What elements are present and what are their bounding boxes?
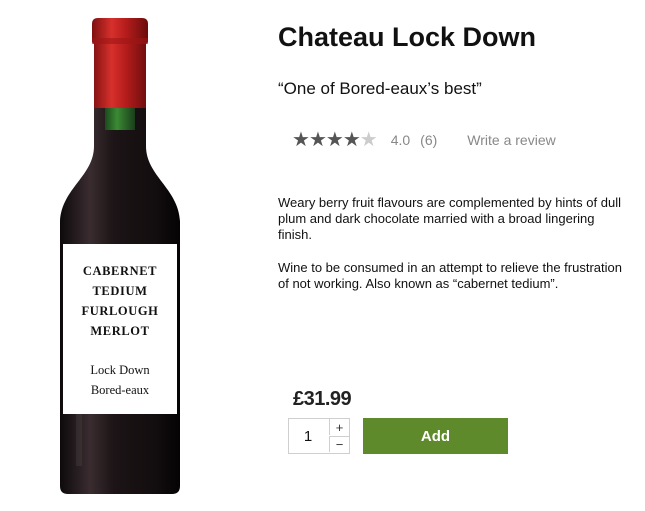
wine-bottle-image: CABERNET TEDIUM FURLOUGH MERLOT Lock Dow…: [60, 18, 180, 494]
product-description-1: Weary berry fruit flavours are complemen…: [278, 195, 621, 242]
rating-value: 4.0: [390, 132, 411, 148]
bottle-label-subline-2: Bored-eaux: [91, 383, 150, 397]
bottle-label-line-2: TEDIUM: [93, 284, 148, 298]
quantity-stepper: + −: [288, 418, 350, 454]
product-description-2: Wine to be consumed in an attempt to rel…: [278, 260, 622, 291]
star-rating: ★★★★★: [292, 129, 378, 151]
quantity-input[interactable]: [289, 419, 327, 453]
product-price: £31.99: [293, 388, 352, 410]
bottle-label-subline-1: Lock Down: [90, 363, 150, 377]
rating-count: (6): [420, 132, 438, 148]
add-to-basket-button[interactable]: Add: [363, 418, 508, 454]
quantity-increase-button[interactable]: +: [329, 419, 349, 435]
star-empty-icon: ★: [359, 129, 378, 151]
bottle-label-line-4: MERLOT: [90, 324, 149, 338]
product-image: CABERNET TEDIUM FURLOUGH MERLOT Lock Dow…: [50, 16, 190, 496]
product-tagline: “One of Bored-eaux’s best”: [278, 79, 482, 98]
product-title: Chateau Lock Down: [278, 22, 537, 52]
quantity-decrease-button[interactable]: −: [329, 436, 349, 452]
bottle-label-line-3: FURLOUGH: [81, 304, 158, 318]
star-full-icon: ★: [325, 129, 344, 151]
bottle-label-line-1: CABERNET: [83, 264, 157, 278]
star-full-icon: ★: [342, 129, 361, 151]
star-full-icon: ★: [292, 129, 310, 151]
star-full-icon: ★: [308, 129, 327, 151]
write-review-link[interactable]: Write a review: [467, 132, 555, 148]
rating-row: ★★★★★ 4.0 (6) Write a review: [292, 128, 556, 152]
